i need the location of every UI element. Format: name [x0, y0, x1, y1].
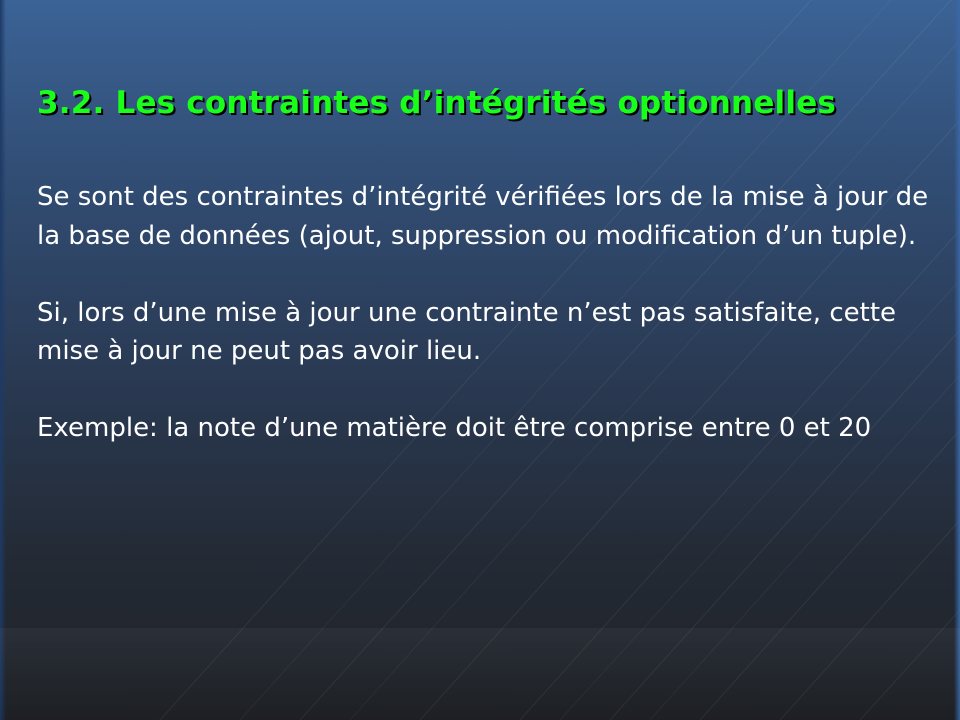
slide: 3.2. Les contraintes d’intégrités option… — [0, 0, 960, 720]
paragraph-definition: Se sont des contraintes d’intégrité véri… — [37, 182, 929, 251]
paragraph-condition: Si, lors d’une mise à jour une contraint… — [37, 297, 897, 367]
bottom-band — [0, 628, 960, 720]
paragraph-example: Exemple: la note d’une matière doit être… — [37, 413, 872, 443]
slide-body: Se sont des contraintes d’intégrité véri… — [37, 178, 952, 486]
left-edge-shade — [0, 0, 6, 720]
right-edge-highlight — [954, 0, 960, 720]
slide-title: 3.2. Les contraintes d’intégrités option… — [37, 85, 837, 121]
